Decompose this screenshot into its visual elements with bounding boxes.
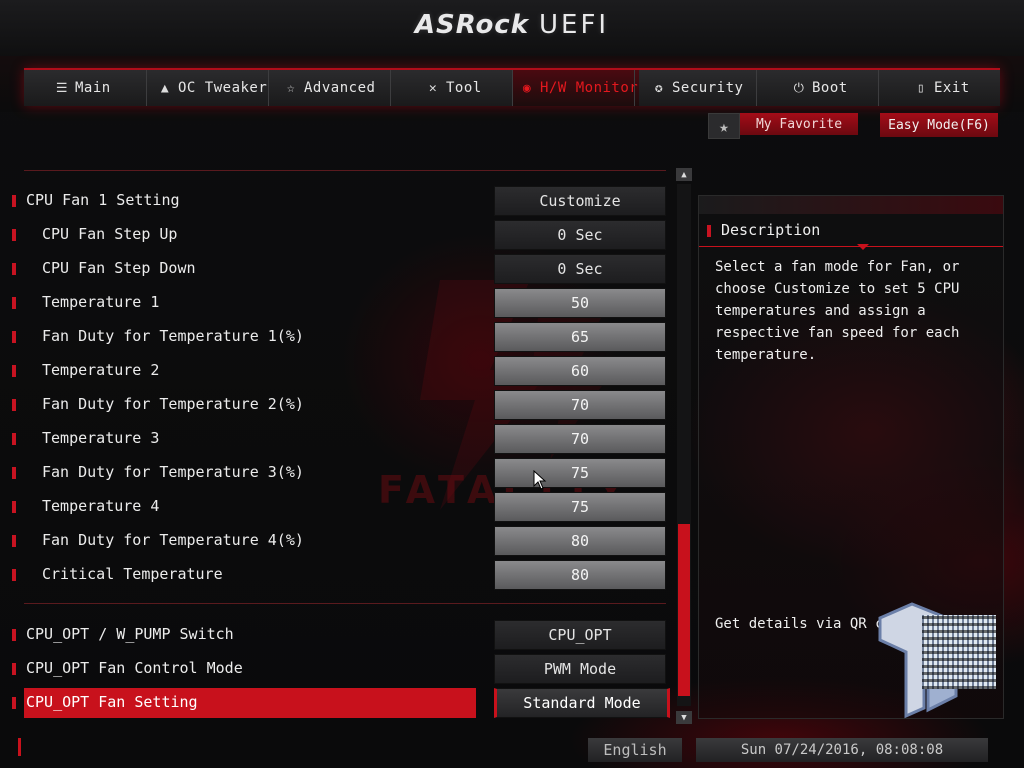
setting-value-button[interactable]: PWM Mode [494,654,666,684]
setting-value-input[interactable]: 65 [494,322,666,352]
header-arrow-icon [857,244,869,250]
row-marker [12,569,16,581]
row-marker [12,433,16,445]
setting-label: Critical Temperature [42,565,223,583]
mouse-cursor-icon [533,470,547,490]
row-marker [12,365,16,377]
exit-door-icon: ▯ [916,80,926,96]
tab-advanced[interactable]: ☆ Advanced [268,70,401,106]
setting-label: CPU Fan Step Down [42,259,196,277]
description-title: Description [721,221,821,239]
setting-row-critical-temperature[interactable]: Critical Temperature 80 [10,560,666,590]
easy-mode-button[interactable]: Easy Mode(F6) [880,113,998,137]
header-marker [707,225,711,237]
setting-value-input[interactable]: 75 [494,458,666,488]
row-marker [12,663,16,675]
row-marker [12,501,16,513]
row-marker [12,535,16,547]
star-cursor-icon: ☆ [286,80,296,96]
setting-row-fan-duty-temp-2[interactable]: Fan Duty for Temperature 2(%) 70 [10,390,666,420]
favorite-star-icon[interactable]: ★ [708,113,740,139]
tab-oc-tweaker[interactable]: ▲ OC Tweaker [146,70,277,106]
setting-value-button[interactable]: 0 Sec [494,254,666,284]
rocket-icon: ▲ [160,80,170,96]
setting-value-input[interactable]: 50 [494,288,666,318]
setting-value-input[interactable]: 70 [494,390,666,420]
setting-value-button[interactable]: 0 Sec [494,220,666,250]
row-marker [12,399,16,411]
setting-row-fan-duty-temp-4[interactable]: Fan Duty for Temperature 4(%) 80 [10,526,666,556]
setting-value-input[interactable]: 60 [494,356,666,386]
tab-hw-monitor[interactable]: ◉ H/W Monitor [512,70,639,106]
setting-label: Temperature 3 [42,429,160,447]
setting-row-cpu-opt-w-pump-switch[interactable]: CPU_OPT / W_PUMP Switch CPU_OPT [10,620,666,650]
row-marker [12,297,16,309]
setting-row-fan-duty-temp-1[interactable]: Fan Duty for Temperature 1(%) 65 [10,322,666,352]
setting-row-cpu-opt-fan-control-mode[interactable]: CPU_OPT Fan Control Mode PWM Mode [10,654,666,684]
setting-row-cpu-opt-fan-setting[interactable]: CPU_OPT Fan Setting Standard Mode [10,688,670,718]
setting-row-fan-duty-temp-3[interactable]: Fan Duty for Temperature 3(%) 75 [10,458,666,488]
row-marker [12,331,16,343]
setting-row-cpu-fan-step-down[interactable]: CPU Fan Step Down 0 Sec [10,254,666,284]
setting-value-button[interactable]: CPU_OPT [494,620,666,650]
footer-marker [18,738,21,756]
setting-value-button[interactable]: Customize [494,186,666,216]
top-header: ASRock UEFI [0,0,1024,57]
setting-value-input[interactable]: 80 [494,526,666,556]
scroll-down-arrow-icon[interactable]: ▼ [676,711,692,724]
datetime-display: Sun 07/24/2016, 08:08:08 [696,738,988,762]
setting-label: Temperature 4 [42,497,160,515]
setting-label: CPU_OPT Fan Control Mode [26,659,243,677]
description-text: Select a fan mode for Fan, or choose Cus… [715,259,960,363]
panel-top-strip [699,196,1003,214]
shield-icon: ✪ [654,80,664,96]
list-icon: ☰ [55,80,69,96]
setting-label: Fan Duty for Temperature 3(%) [42,463,304,481]
scrollbar[interactable]: ▲ ▼ [676,168,692,724]
qr-code-icon [922,615,996,689]
power-icon: ⏻ [793,80,805,96]
setting-label: Fan Duty for Temperature 4(%) [42,531,304,549]
setting-label: Fan Duty for Temperature 2(%) [42,395,304,413]
setting-row-temperature-4[interactable]: Temperature 4 75 [10,492,666,522]
setting-value-input[interactable]: 75 [494,492,666,522]
row-marker [12,263,16,275]
row-marker [12,697,16,709]
monitor-gauge-icon: ◉ [522,80,532,96]
setting-value-input[interactable]: 70 [494,424,666,454]
setting-row-temperature-2[interactable]: Temperature 2 60 [10,356,666,386]
language-button[interactable]: English [588,738,682,762]
setting-label: CPU_OPT Fan Setting [26,693,198,711]
setting-label: CPU Fan Step Up [42,225,178,243]
tab-strip: ☰ Main ▲ OC Tweaker ☆ Advanced ✕ Tool ◉ H/W M… [0,56,1024,112]
setting-label: CPU_OPT / W_PUMP Switch [26,625,234,643]
row-marker [12,467,16,479]
tab-bar: ☰ Main ▲ OC Tweaker ☆ Advanced ✕ Tool ◉ H/W M… [24,68,1000,106]
tab-exit[interactable]: ▯ Exit [878,70,1013,106]
setting-row-cpu-fan1-setting[interactable]: CPU Fan 1 Setting Customize [10,186,666,216]
setting-label: CPU Fan 1 Setting [26,191,180,209]
description-header: Description [699,216,1003,247]
row-marker [12,229,16,241]
row-marker [12,195,16,207]
brand-logo: ASRock UEFI [414,10,610,40]
scroll-up-arrow-icon[interactable]: ▲ [676,168,692,181]
setting-label: Fan Duty for Temperature 1(%) [42,327,304,345]
tab-security[interactable]: ✪ Security [634,70,771,106]
setting-value-button[interactable]: Standard Mode [494,688,670,718]
tools-icon: ✕ [428,80,438,96]
my-favorite-button[interactable]: My Favorite [740,113,858,135]
list-divider [24,603,666,604]
setting-label: Temperature 2 [42,361,160,379]
list-divider [24,170,666,171]
setting-value-input[interactable]: 80 [494,560,666,590]
row-marker [12,629,16,641]
setting-row-temperature-1[interactable]: Temperature 1 50 [10,288,666,318]
setting-row-cpu-fan-step-up[interactable]: CPU Fan Step Up 0 Sec [10,220,666,250]
scroll-thumb[interactable] [678,524,690,696]
setting-label: Temperature 1 [42,293,160,311]
setting-row-temperature-3[interactable]: Temperature 3 70 [10,424,666,454]
